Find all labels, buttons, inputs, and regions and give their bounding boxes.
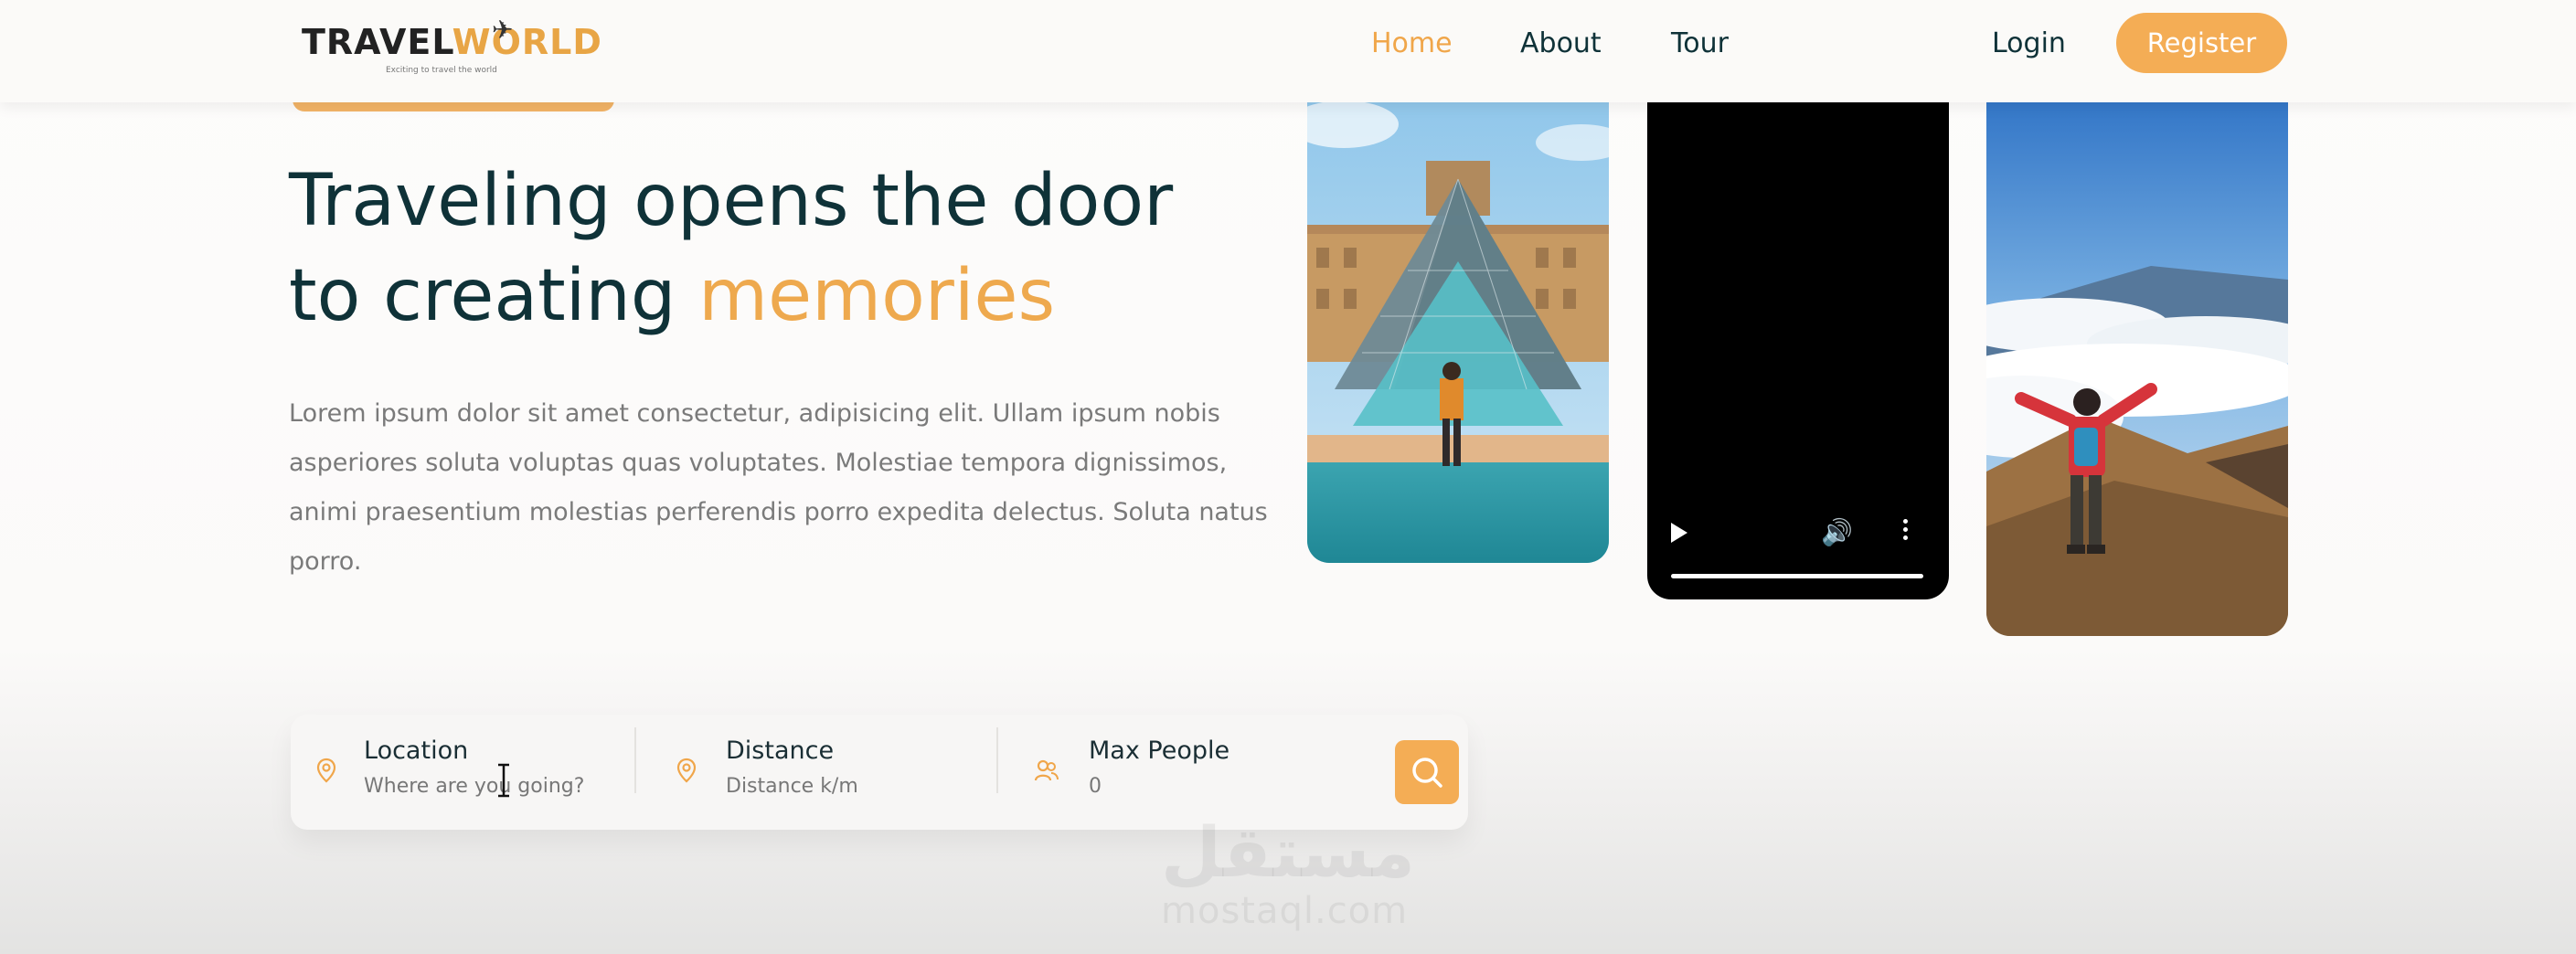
login-link[interactable]: Login xyxy=(1992,27,2066,59)
search-icon xyxy=(1412,758,1442,788)
watermark-arabic: مستقل xyxy=(1161,811,1415,893)
brand-logo[interactable]: TRAVELWORLD ✈ Exciting to travel the wor… xyxy=(302,15,601,82)
register-button[interactable]: Register xyxy=(2116,13,2287,73)
people-icon xyxy=(1034,759,1059,781)
max-people-label: Max People xyxy=(1089,737,1230,765)
hero-image-louvre xyxy=(1307,88,1609,563)
hero-video[interactable]: 🔊 xyxy=(1647,88,1949,599)
max-people-input[interactable] xyxy=(1089,775,1326,798)
search-button[interactable] xyxy=(1395,740,1459,804)
nav-home[interactable]: Home xyxy=(1371,27,1453,59)
location-label: Location xyxy=(364,737,469,765)
search-divider xyxy=(634,727,636,793)
location-pin-icon xyxy=(316,758,336,783)
video-controls: 🔊 xyxy=(1647,499,1949,599)
text-cursor-icon xyxy=(498,763,509,798)
watermark-latin: mostaql.com xyxy=(1161,890,1409,932)
volume-icon[interactable]: 🔊 xyxy=(1821,517,1853,547)
hero-title: Traveling opens the door to creating mem… xyxy=(289,154,1258,344)
mountain-hiker-image xyxy=(1986,88,2288,636)
logo-tagline: Exciting to travel the world xyxy=(386,66,497,75)
hero-description: Lorem ipsum dolor sit amet consectetur, … xyxy=(289,399,1268,576)
logo-wordmark: TRAVELWORLD xyxy=(302,22,602,62)
search-people-group: Max People xyxy=(1089,727,1363,819)
search-divider xyxy=(996,727,998,793)
distance-input[interactable] xyxy=(726,775,963,798)
hero-title-highlight: memories xyxy=(698,255,1056,337)
hero-image-hiker xyxy=(1986,88,2288,636)
nav-tour[interactable]: Tour xyxy=(1671,27,1729,59)
distance-label: Distance xyxy=(726,737,835,765)
airplane-icon: ✈ xyxy=(492,15,514,45)
play-icon[interactable] xyxy=(1671,523,1687,543)
hero-title-line1: Traveling opens the door xyxy=(289,160,1174,242)
video-progress-bar[interactable] xyxy=(1671,574,1923,578)
location-pin-icon xyxy=(676,758,697,783)
search-distance-group: Distance xyxy=(726,727,1000,819)
nav-about[interactable]: About xyxy=(1520,27,1602,59)
site-header: TRAVELWORLD ✈ Exciting to travel the wor… xyxy=(0,0,2576,102)
more-options-icon[interactable] xyxy=(1903,519,1909,543)
louvre-pyramid-image xyxy=(1307,88,1609,563)
location-input[interactable] xyxy=(364,775,601,798)
hero-title-line2: to creating xyxy=(289,255,699,337)
